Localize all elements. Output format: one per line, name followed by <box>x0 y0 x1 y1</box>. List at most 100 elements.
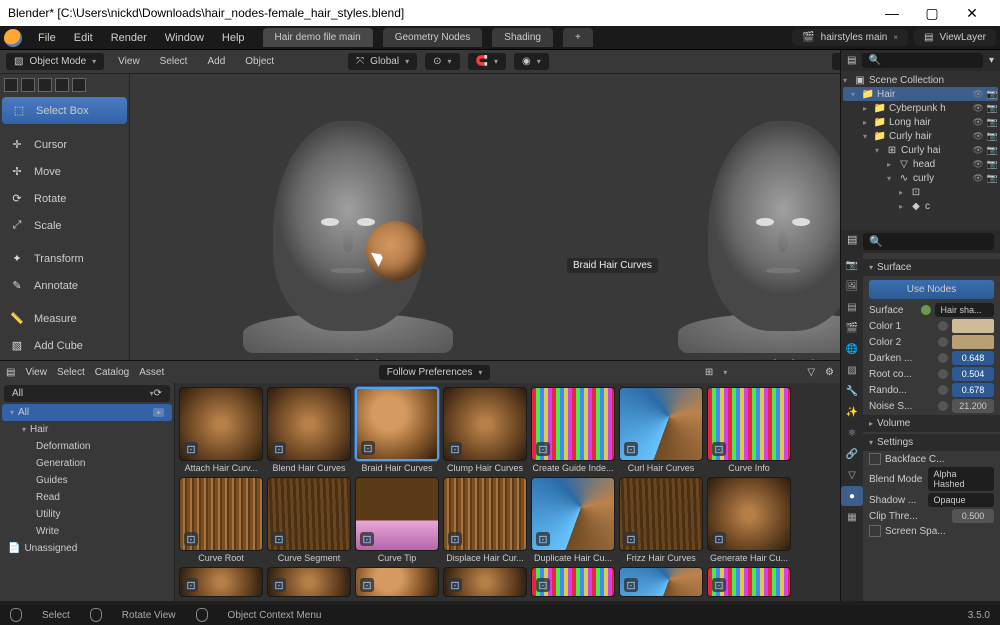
catalog-generation[interactable]: Generation <box>0 455 174 472</box>
tab-world-icon[interactable]: 🌐 <box>841 339 863 359</box>
surface-shader-selector[interactable]: Hair sha... <box>935 303 995 317</box>
visibility-icon[interactable]: 👁 <box>972 173 983 184</box>
blend-mode-selector[interactable]: Alpha Hashed <box>928 467 995 491</box>
tab-render-icon[interactable]: 📷 <box>841 255 863 275</box>
tool-annotate[interactable]: ✎Annotate <box>0 272 129 299</box>
asset-menu-view[interactable]: View <box>25 367 47 378</box>
outliner-root[interactable]: ▾▣ Scene Collection <box>843 73 998 87</box>
asset-item[interactable]: ⊡Braid Hair Curves <box>355 387 439 473</box>
catalog-read[interactable]: Read <box>0 489 174 506</box>
select-mode-icon[interactable] <box>38 78 52 92</box>
section-volume-header[interactable]: ▸Volume <box>863 415 1000 432</box>
outliner-node[interactable]: ▸📁Cyberpunk h👁📷 <box>843 101 998 115</box>
clip-threshold-field[interactable]: 0.500 <box>952 509 994 523</box>
outliner-node[interactable]: ▾⊞Curly hai👁📷 <box>843 143 998 157</box>
tool-scale[interactable]: ⤢Scale <box>0 212 129 239</box>
settings-gear-icon[interactable]: ⚙ <box>825 367 834 378</box>
section-settings-header[interactable]: ▾Settings <box>863 434 1000 451</box>
asset-item[interactable]: ⊡Duplicate Hair Cu... <box>531 477 615 563</box>
outliner-node[interactable]: ▸📁Long hair👁📷 <box>843 115 998 129</box>
tab-scene-icon[interactable]: 🎬 <box>841 318 863 338</box>
color-field[interactable] <box>952 319 994 333</box>
node-link-icon[interactable] <box>938 401 948 411</box>
asset-item[interactable]: ⊡Frizz Hair Curves <box>619 477 703 563</box>
import-method-selector[interactable]: Follow Preferences▾ <box>379 365 491 380</box>
menu-file[interactable]: File <box>30 29 64 47</box>
numeric-field[interactable]: 21.200 <box>952 399 994 413</box>
tool-measure[interactable]: 📏Measure <box>0 305 129 332</box>
tool-add-cube[interactable]: ▧Add Cube <box>0 332 129 359</box>
render-visibility-icon[interactable]: 📷 <box>987 103 998 114</box>
asset-item[interactable]: ⊡Attach Hair Curv... <box>179 387 263 473</box>
visibility-icon[interactable]: 👁 <box>972 103 983 114</box>
visibility-icon[interactable]: 👁 <box>972 89 983 100</box>
node-link-icon[interactable] <box>938 337 948 347</box>
tab-particles-icon[interactable]: ✨ <box>841 402 863 422</box>
numeric-field[interactable]: 0.648 <box>952 351 994 365</box>
asset-item[interactable]: ⊡Curl Hair Curves <box>619 387 703 473</box>
outliner-node[interactable]: ▾∿curly👁📷 <box>843 171 998 185</box>
tab-material-icon[interactable]: ● <box>841 486 863 506</box>
node-link-icon[interactable] <box>938 385 948 395</box>
outliner-search-input[interactable]: 🔍 <box>862 53 983 68</box>
select-mode-icon[interactable] <box>4 78 18 92</box>
tool-select-box[interactable]: ⬚Select Box <box>2 97 127 124</box>
render-visibility-icon[interactable]: 📷 <box>987 117 998 128</box>
outliner-node[interactable]: ▸▽head👁📷 <box>843 157 998 171</box>
outliner-filter-icon[interactable]: ▾ <box>989 55 994 66</box>
asset-item[interactable]: ⊡Blend Hair Curves <box>267 387 351 473</box>
asset-item[interactable]: ⊡Create Guide Inde... <box>531 387 615 473</box>
workspace-add-button[interactable]: + <box>563 28 593 47</box>
viewport-menu-view[interactable]: View <box>112 54 146 69</box>
asset-item[interactable]: ⊡Clump Hair Curves <box>443 387 527 473</box>
outliner-node[interactable]: ▸⊡ <box>843 185 998 199</box>
asset-library-selector[interactable]: All▾⟳ <box>4 385 170 402</box>
outliner-type-icon[interactable]: ▤ <box>847 55 856 66</box>
tab-object-icon[interactable]: ▧ <box>841 360 863 380</box>
catalog-hair[interactable]: ▾Hair <box>0 421 174 438</box>
menu-help[interactable]: Help <box>214 29 253 47</box>
tab-viewlayer-icon[interactable]: ▤ <box>841 297 863 317</box>
menu-edit[interactable]: Edit <box>66 29 101 47</box>
node-link-icon[interactable] <box>938 321 948 331</box>
menu-window[interactable]: Window <box>157 29 212 47</box>
tab-modifier-icon[interactable]: 🔧 <box>841 381 863 401</box>
asset-item[interactable]: ⊡Curve Root <box>179 477 263 563</box>
snap-selector[interactable]: 🧲▾ <box>468 53 506 70</box>
workspace-tab-geometry-nodes[interactable]: Geometry Nodes <box>383 28 483 47</box>
model-long-hair[interactable]: Braid Hair Curves Long hair <box>130 74 565 384</box>
tab-output-icon[interactable]: 🖼 <box>841 276 863 296</box>
viewport-menu-add[interactable]: Add <box>201 54 231 69</box>
asset-item[interactable]: ⊡Generate Hair Cu... <box>707 477 791 563</box>
window-close-button[interactable]: ✕ <box>952 5 992 22</box>
scene-selector[interactable]: 🎬 hairstyles main × <box>792 29 908 46</box>
tool-rotate[interactable]: ⟳Rotate <box>0 185 129 212</box>
render-visibility-icon[interactable]: 📷 <box>987 131 998 142</box>
visibility-icon[interactable]: 👁 <box>972 131 983 142</box>
render-visibility-icon[interactable]: 📷 <box>987 145 998 156</box>
catalog-unassigned[interactable]: 📄Unassigned <box>0 540 174 557</box>
window-minimize-button[interactable]: — <box>872 5 912 21</box>
screenspace-checkbox[interactable] <box>869 525 881 537</box>
viewport-menu-object[interactable]: Object <box>239 54 280 69</box>
asset-item[interactable]: ⊡Curve Tip <box>355 477 439 563</box>
numeric-field[interactable]: 0.678 <box>952 383 994 397</box>
use-nodes-button[interactable]: Use Nodes <box>869 280 994 299</box>
orientation-selector[interactable]: ⤧ Global ▾ <box>348 53 417 70</box>
asset-item[interactable]: ⊡ <box>619 567 703 597</box>
outliner-node[interactable]: ▸◆c <box>843 199 998 213</box>
tab-physics-icon[interactable]: ⚛ <box>841 423 863 443</box>
asset-item[interactable]: ⊡Curve Segment <box>267 477 351 563</box>
tool-move[interactable]: ✢Move <box>0 158 129 185</box>
asset-editor-type-icon[interactable]: ▤ <box>6 367 15 378</box>
visibility-icon[interactable]: 👁 <box>972 117 983 128</box>
window-maximize-button[interactable]: ▢ <box>912 5 952 22</box>
asset-item[interactable]: ⊡ <box>707 567 791 597</box>
workspace-tab-hair-demo[interactable]: Hair demo file main <box>263 28 373 47</box>
tab-constraints-icon[interactable]: 🔗 <box>841 444 863 464</box>
outliner-node[interactable]: ▾📁Hair👁📷 <box>843 87 998 101</box>
node-link-icon[interactable] <box>938 353 948 363</box>
menu-render[interactable]: Render <box>103 29 155 47</box>
asset-item[interactable]: ⊡Displace Hair Cur... <box>443 477 527 563</box>
display-grid-icon[interactable]: ⊞ <box>705 367 713 378</box>
